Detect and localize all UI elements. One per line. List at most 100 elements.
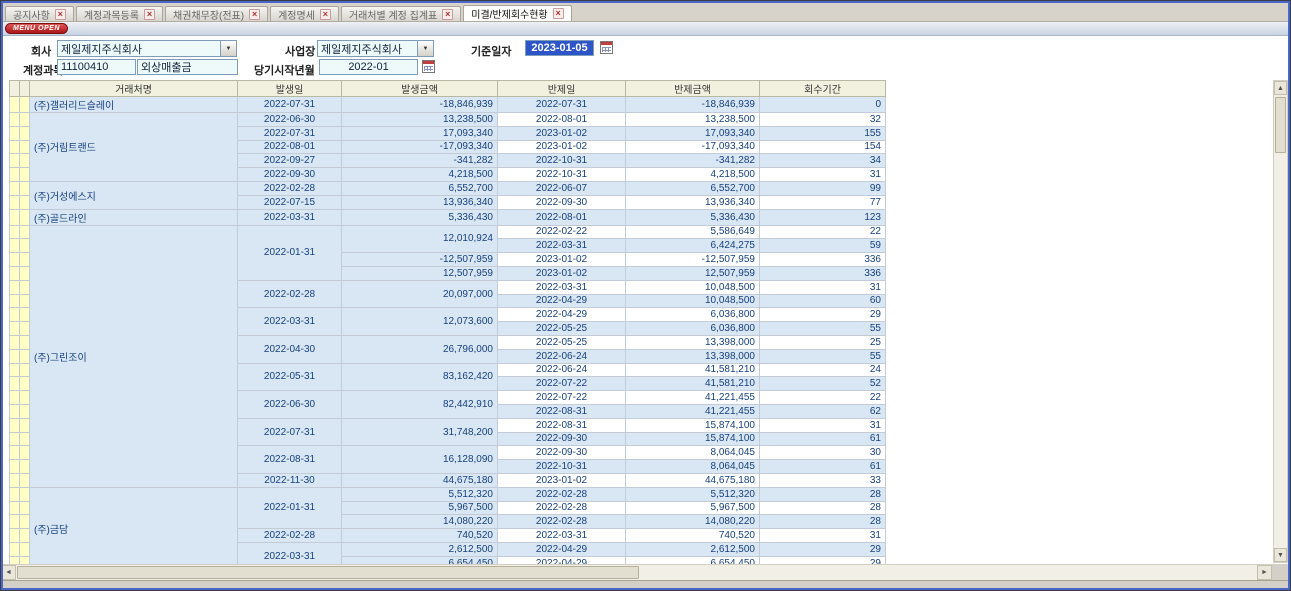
repay-amount-cell[interactable]: 41,221,455 [626,391,760,405]
row-indicator[interactable] [10,460,20,474]
row-indicator[interactable] [20,432,30,446]
repay-date-cell[interactable]: 2022-07-22 [498,377,626,391]
repay-date-cell[interactable]: 2022-08-31 [498,404,626,418]
period-cell[interactable]: 31 [760,418,886,432]
row-indicator[interactable] [20,154,30,168]
tab-2[interactable]: 계정과목등록× [76,6,163,21]
row-indicator[interactable] [10,391,20,405]
row-indicator[interactable] [20,126,30,140]
row-indicator[interactable] [10,377,20,391]
period-cell[interactable]: 31 [760,168,886,182]
repay-amount-cell[interactable]: 10,048,500 [626,280,760,294]
row-indicator[interactable] [10,253,20,267]
row-indicator[interactable] [20,349,30,363]
occur-amount-cell[interactable]: 5,512,320 [342,487,498,501]
row-indicator[interactable] [10,335,20,349]
period-cell[interactable]: 30 [760,446,886,460]
tab-6[interactable]: 미결/반제회수현황× [463,5,571,21]
occur-amount-cell[interactable]: 12,073,600 [342,308,498,336]
row-indicator[interactable] [10,239,20,253]
scroll-down-icon[interactable]: ▼ [1274,548,1287,562]
occur-date-cell[interactable]: 2022-06-30 [238,391,342,419]
row-indicator[interactable] [20,460,30,474]
occur-date-cell[interactable]: 2022-05-31 [238,363,342,391]
occur-date-cell[interactable]: 2022-04-30 [238,335,342,363]
row-indicator[interactable] [10,432,20,446]
tab-1[interactable]: 공지사항× [5,6,74,21]
row-indicator[interactable] [20,515,30,529]
occur-date-cell[interactable]: 2022-02-28 [238,529,342,543]
customer-cell[interactable]: (주)거성에스지 [30,181,238,209]
repay-amount-cell[interactable]: 13,936,340 [626,195,760,209]
row-indicator[interactable] [20,473,30,487]
row-indicator[interactable] [10,349,20,363]
row-indicator[interactable] [10,266,20,280]
repay-date-cell[interactable]: 2022-02-28 [498,487,626,501]
period-cell[interactable]: 55 [760,322,886,336]
tab-close-icon[interactable]: × [144,9,155,20]
row-indicator[interactable] [20,239,30,253]
row-indicator[interactable] [20,113,30,127]
occur-amount-cell[interactable]: 13,936,340 [342,195,498,209]
occur-amount-cell[interactable]: 13,238,500 [342,113,498,127]
repay-amount-cell[interactable]: 8,064,045 [626,446,760,460]
repay-amount-cell[interactable]: 740,520 [626,529,760,543]
occur-amount-cell[interactable]: -341,282 [342,154,498,168]
occur-amount-cell[interactable]: 26,796,000 [342,335,498,363]
header-occur-date[interactable]: 발생일 [238,81,342,97]
period-cell[interactable]: 31 [760,529,886,543]
calendar-icon[interactable] [600,41,613,54]
repay-date-cell[interactable]: 2022-02-22 [498,225,626,239]
occur-date-cell[interactable]: 2022-01-31 [238,487,342,528]
repay-amount-cell[interactable]: 13,238,500 [626,113,760,127]
row-indicator[interactable] [20,140,30,154]
repay-date-cell[interactable]: 2022-09-30 [498,195,626,209]
period-cell[interactable]: 62 [760,404,886,418]
repay-amount-cell[interactable]: 6,654,450 [626,556,760,564]
base-date-field[interactable]: 2023-01-05 [525,40,594,56]
customer-cell[interactable]: (주)금담 [30,487,238,564]
repay-date-cell[interactable]: 2022-08-01 [498,209,626,225]
occur-date-cell[interactable]: 2022-03-31 [238,209,342,225]
row-indicator[interactable] [10,113,20,127]
row-indicator[interactable] [10,363,20,377]
row-indicator[interactable] [20,487,30,501]
row-indicator[interactable] [20,181,30,195]
row-indicator[interactable] [10,446,20,460]
repay-date-cell[interactable]: 2022-04-29 [498,294,626,308]
occur-amount-cell[interactable]: 740,520 [342,529,498,543]
period-cell[interactable]: 123 [760,209,886,225]
row-indicator[interactable] [20,266,30,280]
period-cell[interactable]: 29 [760,542,886,556]
occur-amount-cell[interactable]: -17,093,340 [342,140,498,154]
occur-date-cell[interactable]: 2022-09-27 [238,154,342,168]
repay-date-cell[interactable]: 2022-10-31 [498,168,626,182]
row-indicator[interactable] [20,446,30,460]
occur-date-cell[interactable]: 2022-07-15 [238,195,342,209]
repay-date-cell[interactable]: 2022-10-31 [498,154,626,168]
customer-cell[interactable]: (주)갤러리드슬레이 [30,97,238,113]
row-indicator[interactable] [20,404,30,418]
period-cell[interactable]: 33 [760,473,886,487]
repay-amount-cell[interactable]: -341,282 [626,154,760,168]
repay-date-cell[interactable]: 2022-05-25 [498,322,626,336]
row-indicator[interactable] [10,126,20,140]
repay-amount-cell[interactable]: 4,218,500 [626,168,760,182]
row-indicator[interactable] [10,542,20,556]
repay-amount-cell[interactable]: 5,967,500 [626,501,760,515]
repay-date-cell[interactable]: 2022-03-31 [498,280,626,294]
header-occur-amount[interactable]: 발생금액 [342,81,498,97]
repay-amount-cell[interactable]: 8,064,045 [626,460,760,474]
row-indicator[interactable] [20,335,30,349]
period-cell[interactable]: 55 [760,349,886,363]
repay-amount-cell[interactable]: 10,048,500 [626,294,760,308]
row-indicator[interactable] [20,501,30,515]
occur-amount-cell[interactable]: 16,128,090 [342,446,498,474]
row-indicator[interactable] [10,294,20,308]
company-dropdown[interactable]: 제일제지주식회사 ▼ [57,40,237,57]
repay-amount-cell[interactable]: 5,586,649 [626,225,760,239]
repay-date-cell[interactable]: 2022-04-29 [498,542,626,556]
repay-date-cell[interactable]: 2022-06-24 [498,349,626,363]
repay-date-cell[interactable]: 2022-10-31 [498,460,626,474]
row-indicator[interactable] [10,515,20,529]
